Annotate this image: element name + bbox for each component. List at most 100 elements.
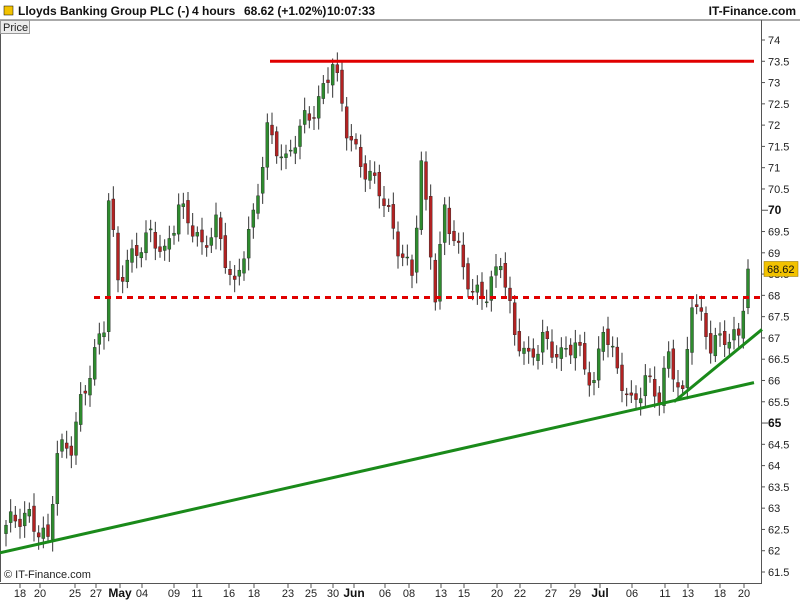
candle-body [503,263,508,288]
candle-body [526,347,531,352]
candle-body [260,167,265,194]
candle-body [102,332,106,338]
x-tick-label: 11 [659,588,670,600]
candle-body [125,259,130,283]
candle-body [461,244,466,268]
candle-body [22,512,27,527]
x-tick-label: 18 [248,588,260,600]
x-tick-label: 15 [458,588,470,600]
candle-body [568,344,573,356]
candle-body [195,232,200,237]
candle-body [13,514,18,522]
x-tick-label: 23 [282,588,294,600]
candle-body [349,136,354,141]
candle-body [517,331,522,352]
candle-body [64,442,69,449]
candle-body [74,421,78,456]
candle-body [536,353,540,361]
candle-body [214,214,218,238]
y-tick-label: 74 [768,35,780,47]
candle-body [298,125,302,147]
instrument-icon [3,5,14,16]
candle-body [382,198,386,206]
last-price-value: 68.62 [767,264,795,276]
y-tick-label: 71.5 [768,141,789,153]
candle-body [218,217,223,239]
y-tick-label: 67.5 [768,312,789,324]
candle-body [559,347,564,359]
y-tick-label: 63 [768,503,780,515]
candle-body [69,445,74,456]
candle-body [606,328,610,345]
candle-body [610,345,615,348]
candle-body [181,203,186,207]
candle-body [316,96,321,119]
candle-body [256,195,260,214]
x-tick-label: 13 [682,588,694,600]
candle-body [484,301,489,304]
x-tick-label: 06 [626,588,638,600]
candle-body [694,304,699,307]
y-tick-label: 72 [768,120,780,132]
candle-body [41,527,46,539]
candle-body [657,392,662,404]
candle-body [713,335,718,357]
x-tick-label: 27 [90,588,102,600]
candle-body [540,332,545,353]
candle-body [162,245,167,251]
x-tick-label: 20 [34,588,46,600]
candle-body [279,156,284,159]
candle-body [92,347,97,380]
candle-body [78,394,83,425]
candle-body [46,524,50,537]
candle-body [27,509,32,517]
x-tick-label: 27 [545,588,557,600]
candle-body [690,307,694,353]
candle-body [396,231,400,257]
candle-body [708,333,713,354]
candle-body [307,113,312,121]
copyright-label: © IT-Finance.com [4,569,91,581]
candle-body [228,269,232,275]
candle-body [424,161,428,200]
candle-body [732,329,736,341]
y-tick-label: 63.5 [768,482,789,494]
candle-body [643,375,648,397]
x-tick-label: 29 [569,588,581,600]
x-tick-label: 22 [514,588,526,600]
y-tick-label: 73 [768,78,780,90]
price-chart[interactable]: Lloyds Banking Group PLC (-) 4 hours 68.… [0,0,800,600]
candle-body [237,269,242,277]
candle-body [652,378,657,397]
candle-body [405,256,410,259]
candle-body [620,364,624,391]
candle-body [116,232,120,281]
candle-body [372,172,377,176]
y-tick-label: 65.5 [768,397,789,409]
x-tick-label: May [108,586,132,600]
candle-body [158,246,162,252]
candle-body [190,225,195,237]
y-tick-label: 70 [768,203,782,217]
candle-body [363,163,368,180]
candle-body [293,147,298,154]
candle-body [746,268,750,309]
interval-label: 4 hours [192,4,236,18]
candle-body [494,266,498,276]
x-tick-label: Jun [343,586,364,600]
candle-body [186,200,190,224]
candle-body [466,263,470,290]
candle-body [8,511,13,523]
candle-body [148,228,153,231]
candle-body [321,83,326,99]
candle-body [736,328,741,336]
candle-body [573,342,578,359]
candle-body [508,287,512,301]
candle-body [638,398,643,404]
candle-body [447,207,452,235]
candle-body [153,231,158,249]
x-tick-label: 04 [136,588,148,600]
x-tick-label: 18 [14,588,26,600]
candle-body [578,341,582,346]
candle-body [442,204,447,243]
